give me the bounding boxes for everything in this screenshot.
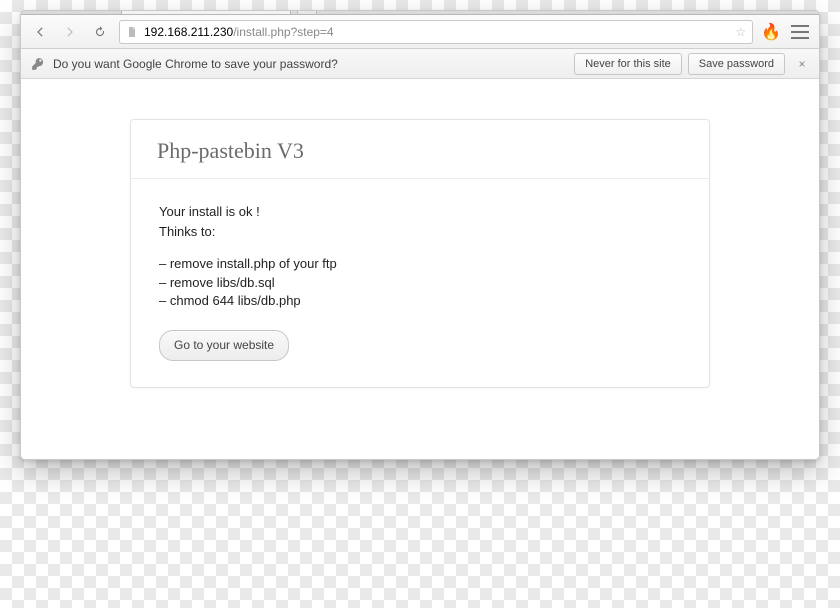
page-title: Php-pastebin V3 <box>157 138 683 164</box>
url-path: /install.php?step=4 <box>233 25 333 39</box>
back-button[interactable] <box>29 21 51 43</box>
url-host: 192.168.211.230 <box>144 25 233 39</box>
bookmark-star-icon[interactable]: ☆ <box>735 25 746 39</box>
card-header: Php-pastebin V3 <box>131 120 709 179</box>
tab-strip: Welcome - Php-pastebin V… × <box>21 10 819 15</box>
key-icon <box>31 57 45 71</box>
hamburger-icon <box>791 25 809 39</box>
go-to-website-button[interactable]: Go to your website <box>159 330 289 361</box>
browser-tab[interactable]: Welcome - Php-pastebin V… × <box>121 10 291 14</box>
card-body: Your install is ok ! Thinks to: remove i… <box>131 179 709 387</box>
menu-button[interactable] <box>789 21 811 43</box>
save-password-bar: Do you want Google Chrome to save your p… <box>21 49 819 79</box>
step-item: remove install.php of your ftp <box>159 255 681 273</box>
page-icon <box>126 26 138 38</box>
infobar-message: Do you want Google Chrome to save your p… <box>53 57 338 71</box>
toolbar: 192.168.211.230/install.php?step=4 ☆ 🔥 <box>21 15 819 49</box>
thinks-to-text: Thinks to: <box>159 223 681 241</box>
install-card: Php-pastebin V3 Your install is ok ! Thi… <box>130 119 710 388</box>
extension-icon[interactable]: 🔥 <box>761 22 781 42</box>
browser-window: Welcome - Php-pastebin V… × 192.168.211.… <box>20 10 820 460</box>
never-for-this-site-button[interactable]: Never for this site <box>574 53 682 75</box>
save-password-button[interactable]: Save password <box>688 53 785 75</box>
install-ok-text: Your install is ok ! <box>159 203 681 221</box>
address-bar[interactable]: 192.168.211.230/install.php?step=4 ☆ <box>119 20 753 44</box>
reload-button[interactable] <box>89 21 111 43</box>
infobar-close-icon[interactable]: × <box>791 57 813 71</box>
step-item: remove libs/db.sql <box>159 274 681 292</box>
new-tab-button[interactable] <box>297 10 317 14</box>
step-item: chmod 644 libs/db.php <box>159 292 681 310</box>
forward-button[interactable] <box>59 21 81 43</box>
step-list: remove install.php of your ftp remove li… <box>159 255 681 310</box>
page-content: Php-pastebin V3 Your install is ok ! Thi… <box>21 79 819 459</box>
